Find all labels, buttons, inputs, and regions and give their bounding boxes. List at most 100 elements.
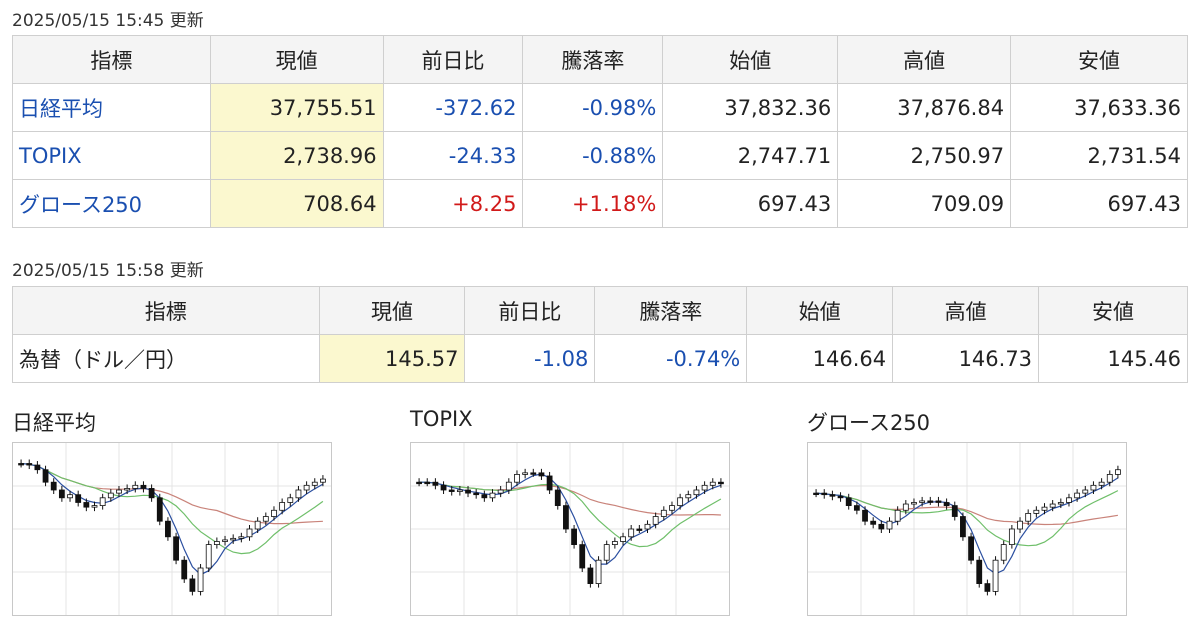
current-value: 37,755.51 bbox=[209, 83, 384, 132]
col-change: 前日比 bbox=[382, 35, 524, 84]
candle-body bbox=[894, 509, 901, 522]
candle-body bbox=[611, 541, 618, 546]
chart-title-growth250: グロース250 bbox=[807, 411, 931, 435]
table-row: グロース250 708.64 +8.25 +1.18% 697.43 709.0… bbox=[12, 179, 1188, 228]
candle-body bbox=[42, 469, 49, 483]
candle-body bbox=[465, 489, 471, 494]
candle-body bbox=[992, 559, 999, 592]
col-low: 安値 bbox=[1010, 35, 1188, 84]
col-high: 高値 bbox=[837, 35, 1012, 84]
candle-body bbox=[1033, 509, 1040, 514]
table-row: TOPIX 2,738.96 -24.33 -0.88% 2,747.71 2,… bbox=[12, 131, 1188, 180]
indicator-cell: TOPIX bbox=[12, 131, 211, 180]
candle-body bbox=[522, 472, 529, 475]
candle-body bbox=[514, 473, 520, 483]
candle-body bbox=[620, 536, 626, 542]
candle-body bbox=[628, 528, 635, 538]
candle-body bbox=[295, 489, 302, 499]
open-value: 37,832.36 bbox=[662, 83, 839, 132]
candle-body bbox=[701, 484, 708, 491]
indicator-link-topix[interactable]: TOPIX bbox=[19, 144, 82, 168]
candle-body bbox=[262, 516, 269, 522]
low-value: 697.43 bbox=[1010, 179, 1188, 228]
candle-body bbox=[538, 472, 545, 477]
fx-timestamp: 2025/05/15 15:58 更新 bbox=[12, 261, 204, 281]
candle-body bbox=[448, 489, 455, 492]
candle-body bbox=[837, 495, 844, 499]
candle-body bbox=[927, 500, 934, 503]
indicator-cell: 日経平均 bbox=[12, 83, 211, 132]
table-row: 為替（ドル／円） 145.57 -1.08 -0.74% 146.64 146.… bbox=[12, 334, 1188, 383]
candle-body bbox=[677, 497, 684, 506]
open-value: 146.64 bbox=[746, 334, 894, 383]
candle-body bbox=[140, 484, 147, 489]
candle-body bbox=[246, 528, 253, 538]
candle-body bbox=[197, 567, 204, 592]
col-indicator: 指標 bbox=[12, 35, 211, 84]
candle-body bbox=[189, 578, 196, 592]
current-value: 145.57 bbox=[318, 334, 466, 383]
market-header-row: 指標 現値 前日比 騰落率 始値 高値 安値 bbox=[12, 35, 1188, 84]
candle-body bbox=[571, 528, 577, 545]
candle-body bbox=[50, 481, 57, 491]
candle-body bbox=[554, 489, 561, 506]
candle-body bbox=[116, 489, 122, 494]
candle-body bbox=[669, 505, 675, 511]
candle-body bbox=[489, 492, 496, 499]
market-timestamp: 2025/05/15 15:45 更新 bbox=[12, 11, 204, 31]
candle-body bbox=[829, 494, 836, 497]
candle-body bbox=[984, 583, 991, 592]
candle-body bbox=[1074, 492, 1081, 499]
candle-body bbox=[878, 523, 885, 530]
chart-nikkei-svg bbox=[13, 443, 331, 615]
candle-body bbox=[148, 488, 155, 499]
candle-body bbox=[530, 472, 537, 475]
candle-body bbox=[99, 497, 106, 506]
candle-body bbox=[505, 481, 512, 491]
chart-growth250[interactable] bbox=[807, 442, 1127, 616]
indicator-link-nikkei[interactable]: 日経平均 bbox=[19, 97, 103, 121]
candle-body bbox=[271, 509, 277, 517]
candle-body bbox=[124, 488, 131, 491]
candle-body bbox=[75, 494, 82, 503]
candle-body bbox=[132, 484, 139, 489]
fx-table: 指標 現値 前日比 騰落率 始値 高値 安値 為替（ドル／円） 145.57 -… bbox=[12, 286, 1188, 383]
indicator-link-growth250[interactable]: グロース250 bbox=[19, 193, 142, 217]
open-value: 697.43 bbox=[662, 179, 839, 228]
chart-nikkei[interactable] bbox=[12, 442, 332, 616]
chart-growth250-svg bbox=[808, 443, 1126, 615]
indicator-name: 為替（ドル／円） bbox=[12, 334, 320, 383]
candle-body bbox=[440, 484, 447, 491]
candle-body bbox=[652, 516, 659, 525]
candle-body bbox=[1049, 503, 1056, 508]
candle-body bbox=[165, 520, 171, 538]
candle-body bbox=[845, 497, 852, 506]
fx-header-row: 指標 現値 前日比 騰落率 始値 高値 安値 bbox=[12, 286, 1188, 335]
candle-body bbox=[636, 528, 643, 531]
candle-body bbox=[107, 492, 114, 499]
candle-body bbox=[862, 509, 868, 522]
chart-topix[interactable] bbox=[410, 442, 730, 616]
candle-body bbox=[1000, 544, 1007, 561]
candle-body bbox=[644, 523, 651, 530]
candle-body bbox=[821, 492, 828, 496]
candle-body bbox=[902, 503, 909, 511]
candle-body bbox=[254, 520, 261, 530]
candle-body bbox=[91, 505, 98, 508]
candle-body bbox=[1098, 481, 1105, 486]
candle-body bbox=[886, 520, 893, 530]
col-low: 安値 bbox=[1038, 286, 1188, 335]
candle-body bbox=[1090, 484, 1097, 491]
chart-title-nikkei: 日経平均 bbox=[12, 411, 96, 435]
candle-body bbox=[497, 489, 504, 494]
col-rate: 騰落率 bbox=[594, 286, 748, 335]
candle-body bbox=[83, 502, 90, 508]
candle-body bbox=[1082, 489, 1089, 494]
open-value: 2,747.71 bbox=[662, 131, 839, 180]
candle-body bbox=[911, 502, 917, 505]
rate-value: -0.98% bbox=[522, 83, 664, 132]
candle-body bbox=[67, 494, 73, 499]
indicator-cell: グロース250 bbox=[12, 179, 211, 228]
change-value: -1.08 bbox=[464, 334, 596, 383]
candle-body bbox=[546, 475, 553, 491]
